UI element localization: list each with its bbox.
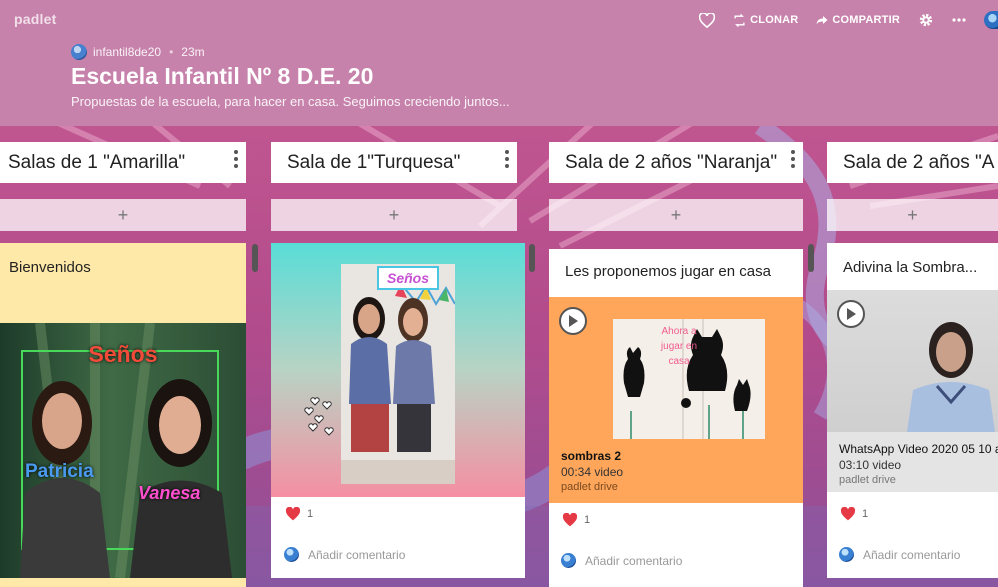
like-count: 1 — [862, 508, 869, 520]
column-header[interactable]: Sala de 1"Turquesa" — [271, 142, 517, 183]
heart-icon[interactable] — [285, 507, 301, 521]
play-button[interactable] — [837, 300, 865, 328]
post-card-adivina[interactable]: Adivina la Sombra... WhatsApp Video 2020… — [827, 243, 998, 578]
teachers-photo: Seños — [341, 264, 455, 484]
attachment-name: WhatsApp Video 2020 05 10 a — [839, 442, 998, 456]
attachment-info: sombras 2 00:34 video padlet drive — [561, 449, 623, 493]
column-title: Sala de 2 años "Naranja" — [565, 151, 778, 173]
padlet-logo[interactable]: padlet — [14, 11, 56, 27]
post-title: Les proponemos jugar en casa — [565, 263, 771, 280]
attachment-meta: 00:34 video — [561, 465, 624, 479]
comment-row[interactable]: Añadir comentario — [561, 553, 682, 568]
post-card-naranja[interactable]: Les proponemos jugar en casa Ahora a jug… — [549, 249, 803, 587]
add-post-button[interactable]: + — [271, 199, 517, 231]
comment-row[interactable]: Añadir comentario — [839, 547, 960, 562]
board-header: padlet CLONAR COMPARTIR infantil8de20 • … — [0, 0, 998, 126]
like-row: 1 — [285, 507, 313, 521]
column-header[interactable]: Sala de 2 años "Naranja" — [549, 142, 803, 183]
play-icon — [569, 315, 578, 327]
comment-input[interactable]: Añadir comentario — [863, 548, 960, 562]
author-row: infantil8de20 • 23m — [71, 44, 205, 60]
play-icon — [847, 308, 856, 320]
share-button[interactable]: COMPARTIR — [816, 14, 900, 26]
board-subtitle: Propuestas de la escuela, para hacer en … — [71, 94, 510, 109]
column-header[interactable]: Sala de 2 años "A — [827, 142, 998, 183]
column-turquesa: Sala de 1"Turquesa" + — [271, 142, 517, 231]
like-row: 1 — [840, 507, 868, 521]
more-icon[interactable] — [952, 18, 966, 22]
column-sala-2-a: Sala de 2 años "A + — [827, 142, 998, 231]
time-ago: 23m — [181, 45, 205, 59]
column-amarilla: Salas de 1 "Amarilla" + — [0, 142, 246, 231]
column-scrollbar[interactable] — [808, 244, 814, 272]
clone-icon — [734, 13, 745, 27]
post-image[interactable]: Seños — [271, 243, 525, 497]
post-card-bienvenidos[interactable]: Bienvenidos Seños Patricia Vanesa — [0, 243, 246, 587]
clone-label: CLONAR — [750, 14, 799, 26]
image-name-patricia: Patricia — [25, 461, 94, 482]
column-menu-icon[interactable] — [234, 150, 240, 168]
post-card-turquesa[interactable]: Seños 1 Añadir comentario — [271, 243, 525, 578]
column-title: Sala de 2 años "A — [843, 151, 995, 173]
column-menu-icon[interactable] — [505, 150, 511, 168]
play-button[interactable] — [559, 307, 587, 335]
heart-icon[interactable] — [699, 12, 716, 28]
image-heading: Seños — [88, 341, 158, 367]
add-post-button[interactable]: + — [549, 199, 803, 231]
image-heading: Seños — [377, 266, 439, 290]
column-title: Salas de 1 "Amarilla" — [8, 151, 186, 173]
heart-icon[interactable] — [562, 513, 578, 527]
commenter-avatar — [839, 547, 854, 562]
author-avatar[interactable] — [71, 44, 87, 60]
add-post-button[interactable]: + — [0, 199, 246, 231]
gear-icon[interactable] — [918, 12, 934, 28]
post-title: Adivina la Sombra... — [843, 259, 978, 276]
image-name-vanesa: Vanesa — [138, 483, 201, 503]
post-title: Bienvenidos — [9, 259, 91, 276]
column-naranja: Sala de 2 años "Naranja" + — [549, 142, 803, 231]
video-thumbnail: Ahora a jugar en casa — [613, 319, 765, 439]
clone-button[interactable]: CLONAR — [733, 13, 799, 27]
comment-input[interactable]: Añadir comentario — [308, 548, 405, 562]
attachment-name: sombras 2 — [561, 449, 622, 463]
video-attachment[interactable]: Ahora a jugar en casa sombras 2 00:34 vi… — [549, 297, 803, 503]
like-row: 1 — [562, 513, 590, 527]
like-count: 1 — [584, 514, 591, 526]
video-attachment[interactable]: WhatsApp Video 2020 05 10 a 03:10 video … — [827, 290, 998, 492]
separator-dot: • — [169, 45, 174, 59]
column-title: Sala de 1"Turquesa" — [287, 151, 461, 173]
post-image[interactable]: Seños Patricia Vanesa — [0, 323, 246, 578]
attachment-source: padlet drive — [839, 474, 896, 486]
add-post-button[interactable]: + — [827, 199, 998, 231]
author-name[interactable]: infantil8de20 — [93, 45, 161, 59]
board-title: Escuela Infantil Nº 8 D.E. 20 — [71, 63, 374, 89]
column-scrollbar[interactable] — [529, 244, 535, 272]
attachment-source: padlet drive — [561, 481, 618, 493]
comment-input[interactable]: Añadir comentario — [585, 554, 682, 568]
column-menu-icon[interactable] — [791, 150, 797, 168]
share-label: COMPARTIR — [832, 14, 900, 26]
heart-icon[interactable] — [840, 507, 856, 521]
commenter-avatar — [561, 553, 576, 568]
attachment-info: WhatsApp Video 2020 05 10 a 03:10 video … — [839, 442, 998, 486]
column-scrollbar[interactable] — [252, 244, 258, 272]
thumbnail-caption: Ahora a jugar en casa — [660, 326, 698, 367]
share-icon — [816, 16, 828, 25]
comment-row[interactable]: Añadir comentario — [284, 547, 405, 562]
like-count: 1 — [307, 508, 314, 520]
hearts-doodle — [304, 397, 334, 436]
header-actions: CLONAR COMPARTIR — [699, 9, 998, 31]
commenter-avatar — [284, 547, 299, 562]
user-avatar[interactable] — [984, 11, 998, 29]
column-header[interactable]: Salas de 1 "Amarilla" — [0, 142, 246, 183]
attachment-meta: 03:10 video — [839, 458, 902, 472]
